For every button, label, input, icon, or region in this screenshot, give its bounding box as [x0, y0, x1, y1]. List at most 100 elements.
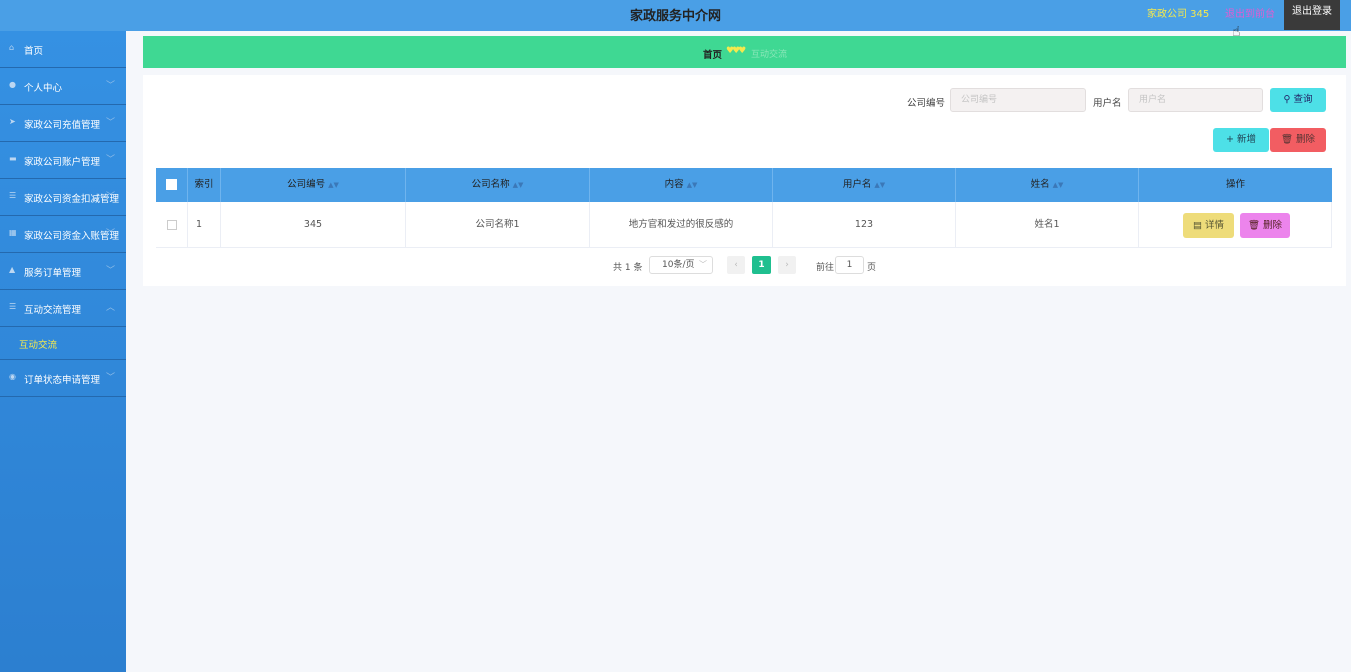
goto-page-input[interactable] — [835, 256, 864, 274]
company-no-input[interactable] — [950, 88, 1086, 112]
sidebar-item-label: 家政公司资金扣减管理 — [24, 194, 120, 205]
sidebar-item-label: 首页 — [24, 46, 44, 57]
sidebar-item-home[interactable]: ⌂ 首页 — [0, 31, 126, 68]
batch-delete-label: 删除 — [1296, 134, 1316, 145]
sidebar-item-label: 家政公司账户管理 — [24, 157, 101, 168]
cell-company-name: 公司名称1 — [406, 202, 590, 247]
username-input[interactable] — [1128, 88, 1263, 112]
row-delete-label: 删除 — [1263, 220, 1283, 231]
chevron-down-icon: ﹀ — [106, 81, 116, 91]
list-icon: ☰ — [9, 191, 17, 200]
add-button[interactable]: + 新增 — [1213, 128, 1269, 152]
chevron-up-icon: ︿ — [106, 303, 116, 313]
cell-index: 1 — [188, 202, 221, 247]
heart-icon: ♥♥♥ — [726, 46, 746, 56]
sidebar-item-label: 互动交流管理 — [24, 305, 82, 316]
batch-delete-button[interactable]: 🗑 删除 — [1270, 128, 1326, 152]
query-button[interactable]: ⚲ 查询 — [1270, 88, 1326, 112]
sidebar-subitem-label: 互动交流 — [19, 340, 58, 351]
column-header-label: 公司编号 — [287, 179, 326, 190]
pagination-total: 共 1 条 — [613, 263, 643, 273]
detail-button[interactable]: ▤ 详情 — [1183, 213, 1234, 238]
breadcrumb: 首页 ♥♥♥ 互动交流 — [143, 36, 1346, 68]
row-checkbox[interactable] — [166, 219, 177, 230]
prev-page-button[interactable]: ‹ — [727, 256, 745, 274]
current-user-label: 家政公司 345 — [1147, 9, 1210, 20]
grid-icon: ▦ — [9, 228, 17, 237]
back-to-frontend-link[interactable]: 退出到前台 — [1225, 5, 1275, 20]
sidebar-item-income[interactable]: ▦ 家政公司资金入账管理 ﹀ — [0, 216, 126, 253]
sidebar-item-label: 订单状态申请管理 — [24, 375, 101, 386]
sort-icon[interactable]: ▲▼ — [1053, 181, 1064, 189]
cell-company-no: 345 — [221, 202, 406, 247]
document-icon: ▤ — [1192, 220, 1202, 231]
top-header: 家政服务中介网 家政公司 345 退出到前台 退出登录 ☝ — [0, 0, 1351, 40]
goto-label: 前往 — [816, 263, 835, 273]
thumb-icon: ▲ — [9, 265, 16, 274]
column-header-label: 内容 — [664, 179, 684, 190]
column-header-content[interactable]: 内容 ▲▼ — [590, 168, 773, 202]
next-page-button[interactable]: › — [778, 256, 796, 274]
column-header-label: 公司名称 — [471, 179, 510, 190]
chevron-down-icon: ﹀ — [106, 373, 116, 383]
cell-name: 姓名1 — [956, 202, 1139, 247]
sidebar-item-label: 家政公司资金入账管理 — [24, 231, 120, 242]
column-header-company-name[interactable]: 公司名称 ▲▼ — [406, 168, 590, 202]
home-icon: ⌂ — [9, 43, 15, 52]
sort-icon[interactable]: ▲▼ — [687, 181, 698, 189]
company-no-label: 公司编号 — [907, 98, 946, 109]
trash-icon: 🗑 — [1247, 220, 1260, 231]
sidebar-item-account[interactable]: ▬ 家政公司账户管理 ﹀ — [0, 142, 126, 179]
table-row: 1 345 公司名称1 地方官和发过的很反感的 123 姓名1 — [156, 202, 1332, 248]
column-header-username[interactable]: 用户名 ▲▼ — [773, 168, 956, 202]
username-label: 用户名 — [1093, 98, 1122, 109]
page-number-current[interactable]: 1 — [752, 256, 771, 274]
sidebar-subitem-interaction[interactable]: 互动交流 — [0, 327, 126, 360]
column-header-index: 索引 — [188, 168, 221, 202]
column-header-label: 姓名 — [1030, 179, 1050, 190]
logout-button[interactable]: 退出登录 — [1284, 0, 1340, 30]
sort-icon[interactable]: ▲▼ — [513, 181, 524, 189]
sidebar-item-orders[interactable]: ▲ 服务订单管理 ﹀ — [0, 253, 126, 290]
table-header: 索引 公司编号 ▲▼ 公司名称 ▲▼ 内容 ▲▼ 用户名 ▲▼ 姓名 ▲▼ 操作 — [156, 168, 1332, 202]
sidebar-item-deduction[interactable]: ☰ 家政公司资金扣减管理 ﹀ — [0, 179, 126, 216]
column-header-name[interactable]: 姓名 ▲▼ — [956, 168, 1139, 202]
select-all-checkbox[interactable] — [166, 179, 177, 190]
detail-button-label: 详情 — [1205, 220, 1225, 231]
cell-actions — [1139, 202, 1332, 247]
select-all-cell — [156, 168, 188, 202]
row-delete-button[interactable]: 🗑 删除 — [1240, 213, 1290, 238]
sidebar-item-recharge[interactable]: ➤ 家政公司充值管理 ﹀ — [0, 105, 126, 142]
sidebar-item-profile[interactable]: ● 个人中心 ﹀ — [0, 68, 126, 105]
sidebar: ⌂ 首页 ● 个人中心 ﹀ ➤ 家政公司充值管理 ﹀ ▬ 家政公司账户管理 ﹀ … — [0, 31, 126, 672]
trash-icon: 🗑 — [1280, 134, 1293, 145]
column-header-company-no[interactable]: 公司编号 ▲▼ — [221, 168, 406, 202]
column-header-label: 用户名 — [842, 179, 872, 190]
user-icon: ● — [9, 80, 16, 89]
page-size-value: 10条/页 — [662, 260, 695, 270]
sidebar-item-label: 服务订单管理 — [24, 268, 82, 279]
chevron-down-icon: ﹀ — [699, 260, 707, 269]
sort-icon[interactable]: ▲▼ — [328, 181, 339, 189]
page-suffix-label: 页 — [867, 263, 877, 273]
wallet-icon: ▬ — [9, 154, 17, 163]
sidebar-item-label: 家政公司充值管理 — [24, 120, 101, 131]
chevron-down-icon: ﹀ — [106, 266, 116, 276]
sidebar-item-label: 个人中心 — [24, 83, 63, 94]
page-size-select[interactable]: 10条/页 ﹀ — [649, 256, 713, 274]
sort-icon[interactable]: ▲▼ — [874, 181, 885, 189]
send-icon: ➤ — [9, 117, 16, 126]
chevron-down-icon: ﹀ — [106, 229, 116, 239]
breadcrumb-current: 互动交流 — [751, 50, 788, 60]
column-header-actions: 操作 — [1225, 179, 1245, 190]
chevron-down-icon: ﹀ — [106, 192, 116, 202]
search-icon: ⚲ — [1283, 94, 1291, 105]
chevron-down-icon: ﹀ — [106, 118, 116, 128]
query-button-label: 查询 — [1293, 94, 1313, 105]
breadcrumb-home[interactable]: 首页 — [703, 47, 722, 61]
sidebar-item-order-status[interactable]: ◉ 订单状态申请管理 ﹀ — [0, 360, 126, 397]
sidebar-item-interaction[interactable]: ☰ 互动交流管理 ︿ — [0, 290, 126, 327]
row-select-cell — [156, 202, 188, 247]
location-icon: ◉ — [9, 372, 16, 381]
menu-icon: ☰ — [9, 302, 17, 311]
